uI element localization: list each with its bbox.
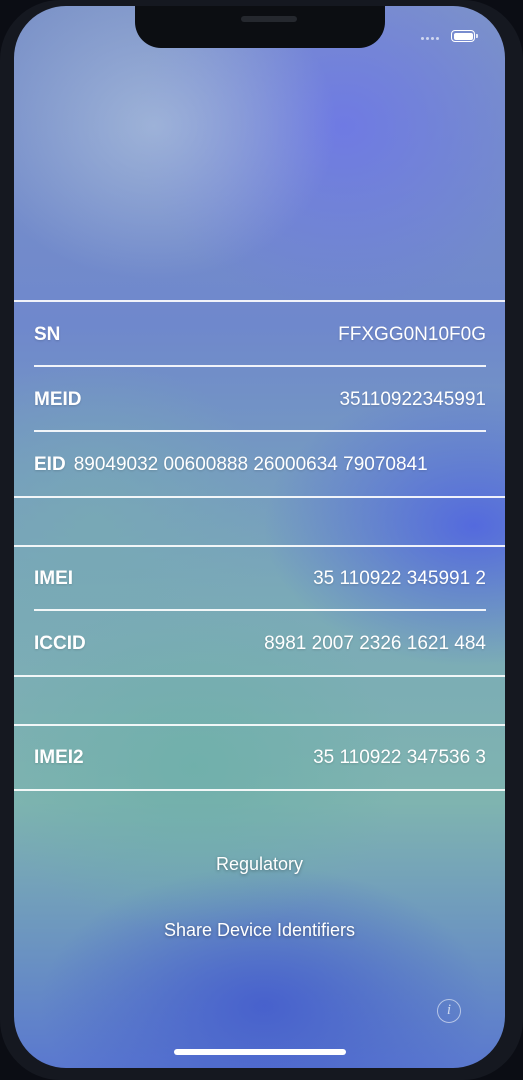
imei2-label: IMEI2 (34, 747, 84, 768)
group-top-divider (14, 300, 505, 302)
sn-row[interactable]: SN FFXGG0N10F0G (34, 317, 486, 353)
phone-frame: SN FFXGG0N10F0G MEID 35110922345991 EID … (0, 0, 523, 1080)
info-icon[interactable]: i (437, 999, 461, 1023)
battery-icon (451, 30, 478, 42)
row-divider (34, 365, 486, 367)
speaker-grille (241, 16, 297, 22)
screen: SN FFXGG0N10F0G MEID 35110922345991 EID … (14, 6, 505, 1068)
row-divider (34, 430, 486, 432)
sn-value: FFXGG0N10F0G (338, 324, 486, 345)
row-divider (34, 609, 486, 611)
group-bottom-divider (14, 789, 505, 791)
eid-label: EID (34, 454, 66, 475)
meid-value: 35110922345991 (339, 389, 486, 410)
home-indicator[interactable] (174, 1049, 346, 1055)
imei-label: IMEI (34, 568, 74, 589)
group-top-divider (14, 545, 505, 547)
iccid-label: ICCID (34, 633, 86, 654)
meid-row[interactable]: MEID 35110922345991 (34, 382, 486, 418)
group-top-divider (14, 724, 505, 726)
share-device-identifiers-button[interactable]: Share Device Identifiers (14, 920, 505, 941)
iccid-row[interactable]: ICCID 8981 2007 2326 1621 484 (34, 626, 486, 662)
sn-label: SN (34, 324, 61, 345)
eid-row[interactable]: EID 89049032 00600888 26000634 79070841 (34, 447, 486, 483)
signal-icon (421, 37, 439, 40)
imei2-row[interactable]: IMEI2 35 110922 347536 3 (34, 740, 486, 776)
group-bottom-divider (14, 675, 505, 677)
meid-label: MEID (34, 389, 82, 410)
notch (135, 6, 385, 48)
imei-row[interactable]: IMEI 35 110922 345991 2 (34, 561, 486, 597)
regulatory-button[interactable]: Regulatory (14, 854, 505, 875)
group-bottom-divider (14, 496, 505, 498)
imei-value: 35 110922 345991 2 (313, 568, 486, 589)
iccid-value: 8981 2007 2326 1621 484 (264, 633, 486, 654)
eid-value: 89049032 00600888 26000634 79070841 (73, 454, 428, 475)
imei2-value: 35 110922 347536 3 (313, 747, 486, 768)
